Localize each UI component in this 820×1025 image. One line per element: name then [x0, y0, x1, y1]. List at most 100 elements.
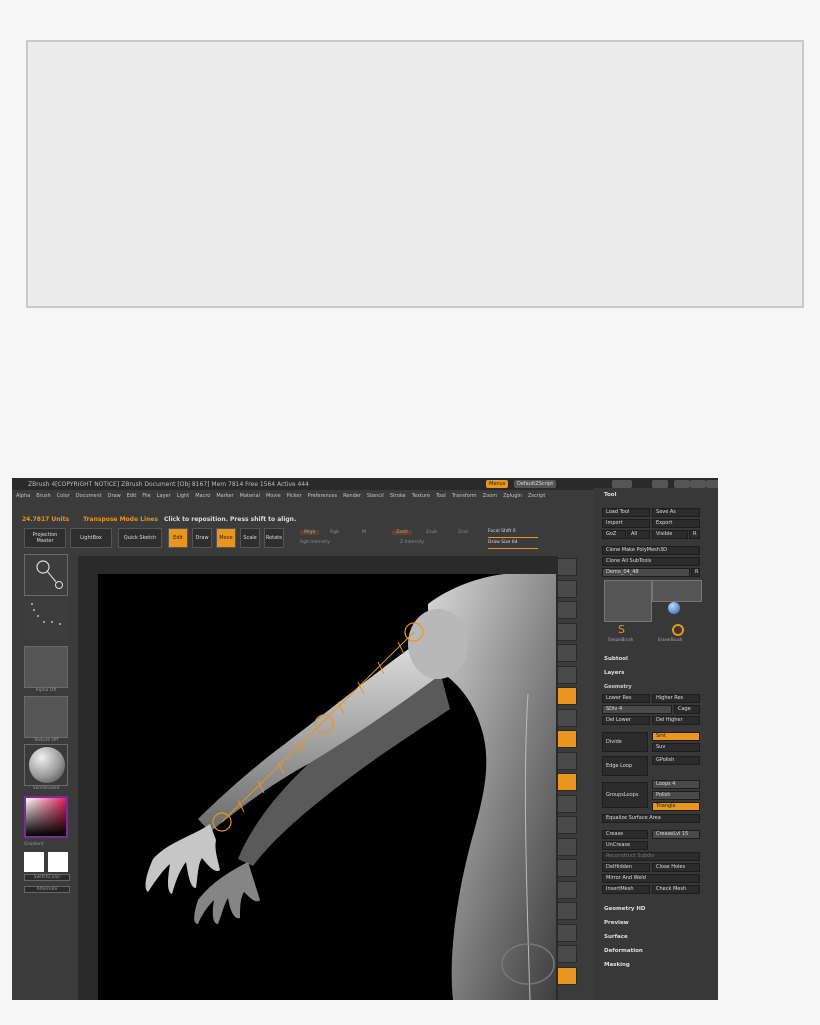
subtool-section[interactable]: Subtool	[604, 656, 628, 662]
import-button[interactable]: Import	[602, 519, 650, 528]
menu-item-movie[interactable]: Movie	[266, 492, 281, 500]
menu-item-stroke[interactable]: Stroke	[390, 492, 406, 500]
window-icon[interactable]	[612, 480, 632, 488]
mirror-weld-button[interactable]: Mirror And Weld	[602, 874, 700, 883]
suv-toggle[interactable]: Suv	[652, 743, 700, 752]
load-tool-button[interactable]: Load Tool	[602, 508, 650, 517]
save-as-button[interactable]: Save As	[652, 508, 700, 517]
simple-brush-icon[interactable]: S	[618, 624, 630, 636]
material-slot[interactable]	[24, 744, 68, 786]
current-tool-slider[interactable]: Demo_04_48	[602, 568, 690, 577]
scroll-icon[interactable]	[557, 579, 577, 598]
stroke-slot[interactable]	[24, 600, 68, 640]
scale-button[interactable]: Scale	[240, 528, 260, 548]
menu-item-preferences[interactable]: Preferences	[308, 492, 337, 500]
triangle-toggle[interactable]: Triangle	[652, 802, 700, 811]
current-tool-thumbnail[interactable]	[604, 580, 652, 622]
actual-icon[interactable]	[557, 622, 577, 641]
z-intensity-slider[interactable]: Z Intensity	[400, 540, 424, 545]
local-icon[interactable]	[557, 730, 577, 748]
insert-mesh-button[interactable]: InsertMesh	[602, 885, 650, 894]
menu-item-tool[interactable]: Tool	[436, 492, 446, 500]
equalize-surface-button[interactable]: Equalize Surface Area	[602, 814, 700, 823]
lsym-icon[interactable]	[557, 751, 577, 770]
frame-icon[interactable]	[557, 794, 577, 813]
document-canvas[interactable]	[98, 574, 556, 1000]
crease-level-slider[interactable]: CreaseLvl 15	[652, 830, 700, 839]
menu-item-light[interactable]: Light	[177, 492, 189, 500]
aahalf-icon[interactable]	[557, 644, 577, 662]
del-lower-button[interactable]: Del Lower	[602, 716, 650, 725]
current-tool-r-button[interactable]: R	[691, 568, 700, 577]
lightbox-button[interactable]: LightBox	[70, 528, 112, 548]
menu-item-texture[interactable]: Texture	[412, 492, 430, 500]
zadd-toggle[interactable]: Zadd	[392, 530, 412, 535]
alternate-button[interactable]: Alternate	[24, 886, 70, 893]
alpha-slot[interactable]	[24, 646, 68, 688]
default-zscript-button[interactable]: DefaultZScript	[514, 480, 557, 488]
move-button[interactable]: Move	[216, 528, 236, 548]
section-preview[interactable]: Preview	[604, 920, 629, 926]
switch-color-button[interactable]: SwitchColor	[24, 874, 70, 881]
clone-polymesh-button[interactable]: Clone Make PolyMesh3D	[602, 546, 700, 555]
goz-button[interactable]: GoZ	[602, 530, 626, 539]
menu-item-render[interactable]: Render	[343, 492, 361, 500]
draw-size-slider[interactable]: Draw Size 64	[488, 540, 518, 545]
check-mesh-button[interactable]: Check Mesh	[652, 885, 700, 894]
rotate-icon[interactable]	[557, 859, 577, 877]
r-button[interactable]: R	[689, 530, 700, 539]
menu-item-layer[interactable]: Layer	[157, 492, 171, 500]
section-geometry-hd[interactable]: Geometry HD	[604, 906, 646, 912]
menu-item-brush[interactable]: Brush	[36, 492, 50, 500]
persp-icon[interactable]	[557, 687, 577, 705]
eraser-brush-icon[interactable]	[672, 624, 684, 636]
section-deformation[interactable]: Deformation	[604, 948, 643, 954]
close-icon[interactable]	[706, 480, 718, 488]
section-masking[interactable]: Masking	[604, 962, 630, 968]
groups-loops-button[interactable]: GroupsLoops	[602, 782, 648, 808]
menu-item-draw[interactable]: Draw	[108, 492, 121, 500]
polyf-icon[interactable]	[557, 880, 577, 899]
zsub-toggle[interactable]: Zsub	[426, 530, 437, 535]
loops-slider[interactable]: Loops 4	[652, 780, 700, 789]
polish-slider[interactable]: Polish	[652, 791, 700, 800]
smt-toggle[interactable]: Smt	[652, 732, 700, 741]
main-color-swatch[interactable]	[24, 852, 44, 872]
solo-icon[interactable]	[557, 923, 577, 942]
zoom-icon[interactable]	[557, 601, 577, 619]
mrgb-toggle[interactable]: Mrgb	[300, 530, 320, 535]
section-surface[interactable]: Surface	[604, 934, 628, 940]
close-holes-button[interactable]: Close Holes	[652, 863, 700, 872]
lower-res-button[interactable]: Lower Res	[602, 694, 650, 703]
ghost-icon[interactable]	[557, 966, 577, 985]
focal-shift-slider[interactable]: Focal Shift 0	[488, 529, 516, 534]
color-picker[interactable]	[24, 796, 68, 838]
gpolish-toggle[interactable]: GPolish	[652, 756, 700, 765]
menu-item-material[interactable]: Material	[240, 492, 260, 500]
divide-button[interactable]: Divide	[602, 732, 648, 752]
del-higher-button[interactable]: Del Higher	[652, 716, 700, 725]
move-icon[interactable]	[557, 816, 577, 834]
visible-button[interactable]: Visible	[652, 530, 688, 539]
edge-loop-button[interactable]: Edge Loop	[602, 756, 648, 776]
edit-button[interactable]: Edit	[168, 528, 188, 548]
menu-item-document[interactable]: Document	[76, 492, 102, 500]
menu-item-marker[interactable]: Marker	[216, 492, 233, 500]
quick-sketch-button[interactable]: Quick Sketch	[118, 528, 162, 548]
menu-item-macro[interactable]: Macro	[195, 492, 210, 500]
texture-slot[interactable]	[24, 696, 68, 738]
layers-section[interactable]: Layers	[604, 670, 624, 676]
brush-slot[interactable]	[24, 554, 68, 596]
reconstruct-subdiv-button[interactable]: Reconstruct Subdiv	[602, 852, 700, 861]
projection-master-button[interactable]: Projection Master	[24, 528, 66, 548]
uncrease-button[interactable]: UnCrease	[602, 841, 648, 850]
menu-item-stencil[interactable]: Stencil	[367, 492, 384, 500]
rgb-intensity-slider[interactable]: Rgb Intensity	[300, 540, 330, 545]
zcut-toggle[interactable]: Zcut	[458, 530, 468, 535]
export-button[interactable]: Export	[652, 519, 700, 528]
rotate-button[interactable]: Rotate	[264, 528, 284, 548]
menu-item-color[interactable]: Color	[57, 492, 70, 500]
rgb-toggle[interactable]: Rgb	[330, 530, 339, 535]
menu-item-transform[interactable]: Transform	[452, 492, 477, 500]
minimize-icon[interactable]	[674, 480, 690, 488]
